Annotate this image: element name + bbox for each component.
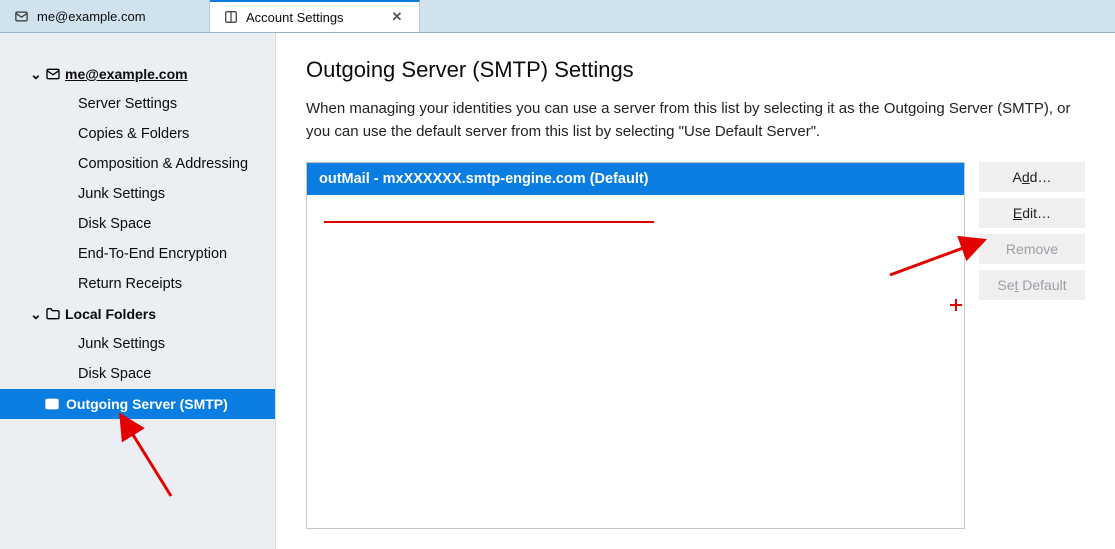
sidebar-item-return-receipts[interactable]: Return Receipts xyxy=(0,269,275,299)
tab-inbox-label: me@example.com xyxy=(37,9,146,24)
sidebar-item-label: Junk Settings xyxy=(78,336,165,352)
columns-icon xyxy=(224,10,238,24)
sidebar-item-label: Return Receipts xyxy=(78,276,182,292)
tab-bar: me@example.com Account Settings ✕ xyxy=(0,0,1115,33)
mail-icon xyxy=(45,66,61,82)
chevron-down-icon: ⌄ xyxy=(30,306,41,323)
sidebar-item-local-junk[interactable]: Junk Settings xyxy=(0,329,275,359)
sidebar-account-header[interactable]: ⌄ me@example.com xyxy=(0,59,275,89)
sidebar-item-copies-folders[interactable]: Copies & Folders xyxy=(0,119,275,149)
sidebar: ⌄ me@example.com Server Settings Copies … xyxy=(0,33,276,549)
smtp-server-list[interactable]: outMail - mxXXXXXX.smtp-engine.com (Defa… xyxy=(306,162,965,530)
sidebar-item-composition[interactable]: Composition & Addressing xyxy=(0,149,275,179)
content-pane: Outgoing Server (SMTP) Settings When man… xyxy=(276,33,1115,549)
sidebar-item-server-settings[interactable]: Server Settings xyxy=(0,89,275,119)
page-title: Outgoing Server (SMTP) Settings xyxy=(306,57,1085,83)
sidebar-item-disk-space[interactable]: Disk Space xyxy=(0,209,275,239)
sidebar-local-label: Local Folders xyxy=(65,306,156,322)
remove-button: Remove xyxy=(979,234,1085,264)
mail-icon xyxy=(14,9,29,24)
smtp-server-item[interactable]: outMail - mxXXXXXX.smtp-engine.com (Defa… xyxy=(307,163,964,195)
sidebar-item-label: Composition & Addressing xyxy=(78,156,248,172)
send-icon xyxy=(44,396,60,412)
sidebar-item-label: Server Settings xyxy=(78,96,177,112)
tab-settings-label: Account Settings xyxy=(246,10,344,25)
edit-button[interactable]: Edit… xyxy=(979,198,1085,228)
tab-inbox[interactable]: me@example.com xyxy=(0,0,210,32)
sidebar-item-label: Disk Space xyxy=(78,366,151,382)
sidebar-item-label: Outgoing Server (SMTP) xyxy=(66,396,228,412)
close-icon[interactable]: ✕ xyxy=(389,9,405,25)
folder-icon xyxy=(45,306,61,322)
sidebar-account-label: me@example.com xyxy=(65,66,188,82)
sidebar-item-label: Junk Settings xyxy=(78,186,165,202)
sidebar-item-label: End-To-End Encryption xyxy=(78,246,227,262)
remove-label: Remove xyxy=(1006,241,1058,257)
chevron-down-icon: ⌄ xyxy=(30,66,41,83)
sidebar-local-header[interactable]: ⌄ Local Folders xyxy=(0,299,275,329)
sidebar-item-outgoing-smtp[interactable]: Outgoing Server (SMTP) xyxy=(0,389,275,419)
sidebar-item-label: Disk Space xyxy=(78,216,151,232)
tab-settings[interactable]: Account Settings ✕ xyxy=(210,0,420,32)
set-default-button: Set Default xyxy=(979,270,1085,300)
sidebar-item-label: Copies & Folders xyxy=(78,126,189,142)
smtp-server-label: outMail - mxXXXXXX.smtp-engine.com (Defa… xyxy=(319,171,649,187)
smtp-buttons: Add… Edit… Remove Set Default xyxy=(979,162,1085,530)
sidebar-item-e2e[interactable]: End-To-End Encryption xyxy=(0,239,275,269)
sidebar-item-local-disk[interactable]: Disk Space xyxy=(0,359,275,389)
page-description: When managing your identities you can us… xyxy=(306,97,1085,144)
sidebar-item-junk[interactable]: Junk Settings xyxy=(0,179,275,209)
add-button[interactable]: Add… xyxy=(979,162,1085,192)
